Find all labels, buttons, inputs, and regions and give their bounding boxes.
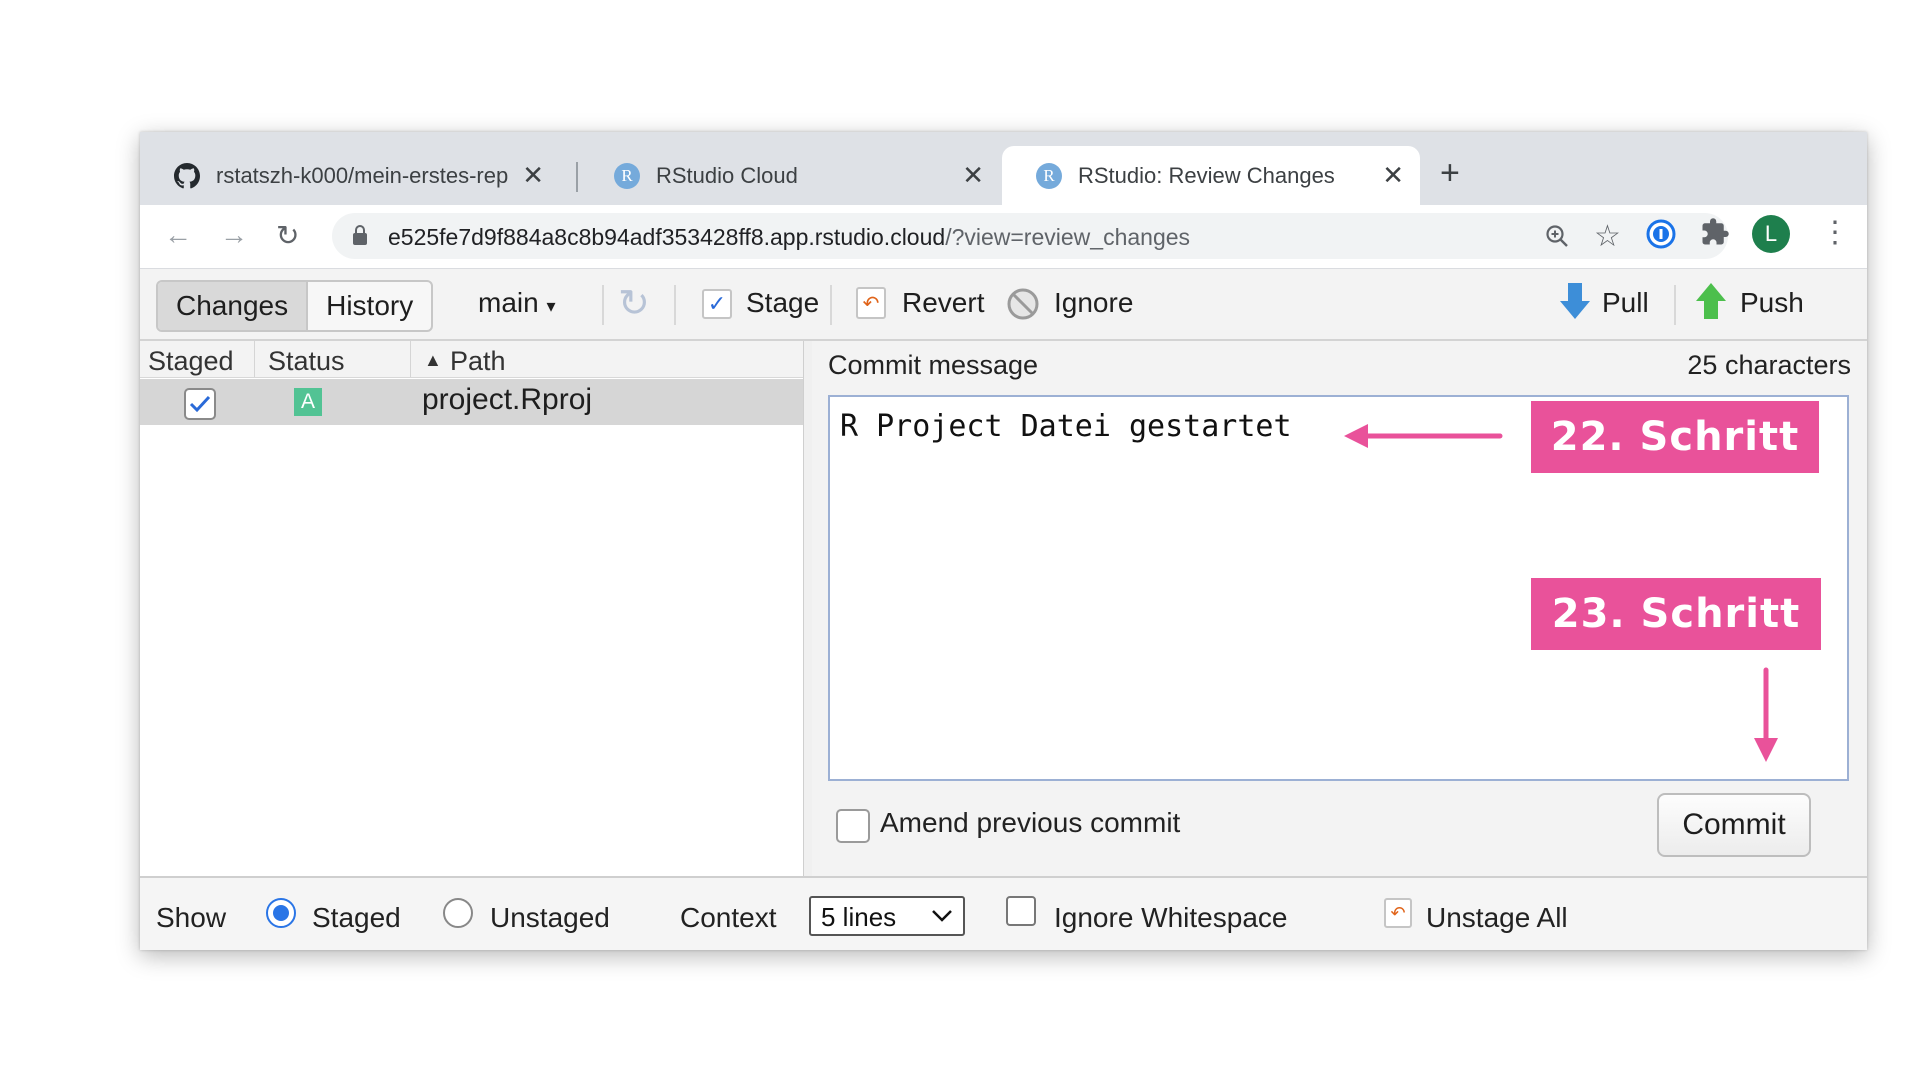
arrow-left-icon: [1344, 424, 1503, 448]
arrow-down-icon: [1754, 667, 1778, 762]
annotation-arrows: [1344, 424, 1778, 762]
